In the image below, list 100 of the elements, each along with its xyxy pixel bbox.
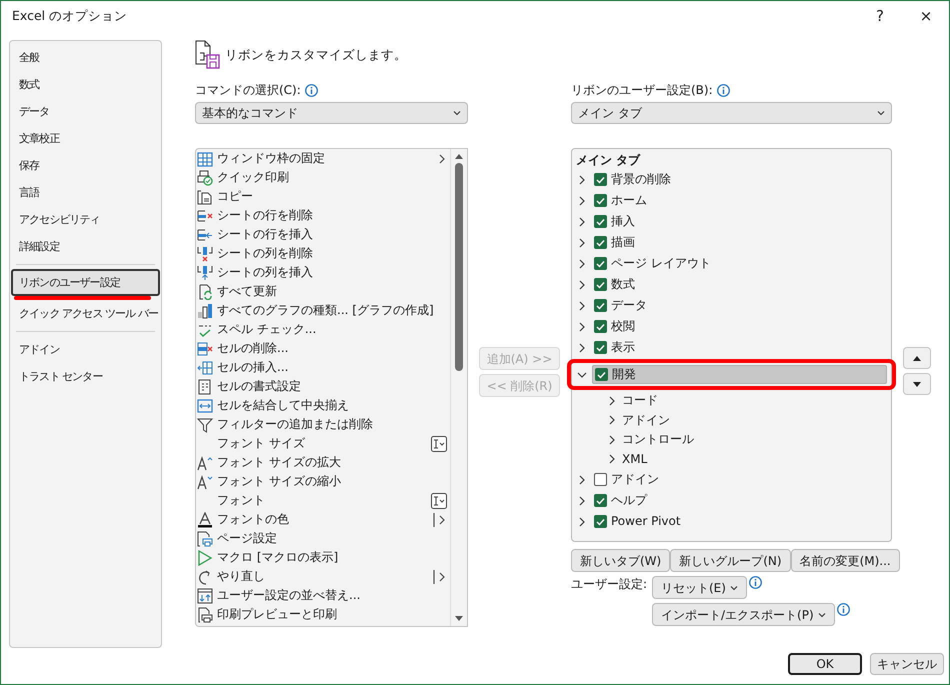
sidebar-item[interactable]: トラスト センター (11, 363, 160, 390)
checkbox[interactable] (594, 257, 607, 270)
checkbox[interactable] (594, 515, 607, 528)
sidebar-item[interactable]: 全般 (11, 44, 160, 71)
tree-item[interactable]: 挿入 (592, 212, 887, 231)
tree-item[interactable]: ホーム (592, 191, 887, 210)
command-item[interactable]: ウィンドウ枠の固定 (196, 149, 450, 168)
sidebar-item[interactable]: データ (11, 98, 160, 125)
play-icon (197, 550, 213, 566)
sort-icon (197, 588, 213, 604)
sidebar-item[interactable]: アドイン (11, 336, 160, 363)
command-item[interactable]: セルの挿入... (196, 358, 450, 377)
page-heading: リボンをカスタマイズします。 (225, 46, 407, 64)
checkbox[interactable] (594, 278, 607, 291)
command-item[interactable]: クイック印刷 (196, 168, 450, 187)
checkbox[interactable] (595, 368, 608, 381)
cancel-button[interactable]: キャンセル (870, 653, 944, 675)
command-item[interactable]: フォント (196, 491, 450, 510)
command-item[interactable]: ページ設定 (196, 529, 450, 548)
command-item[interactable]: シートの行を挿入 (196, 225, 450, 244)
checkbox[interactable] (594, 236, 607, 249)
sidebar-item[interactable]: 保存 (11, 152, 160, 179)
triangle-up-icon (913, 356, 921, 362)
split-arrow-icon (433, 568, 447, 584)
window-title: Excel のオプション (12, 7, 128, 26)
tree-item[interactable]: 校閲 (592, 317, 887, 336)
dropdown-value: 基本的なコマンド (202, 105, 298, 122)
tree-heading: メイン タブ (576, 153, 640, 167)
command-item[interactable]: シートの行を削除 (196, 206, 450, 225)
format-cells-icon (197, 378, 213, 394)
sidebar-item[interactable]: クイック アクセス ツール バー (11, 300, 160, 327)
menu-button[interactable]: インポート/エクスポート(P) (652, 603, 835, 626)
command-item[interactable]: ユーザー設定の並べ替え... (196, 586, 450, 605)
tree-item[interactable]: XML (622, 450, 648, 469)
command-item[interactable]: シートの列を削除 (196, 244, 450, 263)
command-item[interactable]: フォント サイズの縮小 (196, 472, 450, 491)
command-item[interactable]: マクロ [マクロの表示] (196, 548, 450, 567)
tree-item[interactable]: アドイン (622, 410, 670, 430)
command-item[interactable]: コピー (196, 187, 450, 206)
tree-item[interactable]: アドイン (592, 470, 887, 489)
checkbox[interactable] (594, 173, 607, 186)
tree-item[interactable]: 数式 (592, 275, 887, 294)
ribbon-dropdown[interactable]: メイン タブ (571, 102, 892, 124)
combo-icon (431, 436, 447, 452)
info-icon (716, 84, 730, 96)
tree-item[interactable]: コントロール (622, 430, 694, 450)
command-item[interactable]: フォント サイズの拡大 (196, 453, 450, 472)
help-button[interactable]: ? (857, 5, 903, 28)
command-item[interactable]: すべてのグラフの種類... [グラフの作成] (196, 301, 450, 320)
sidebar-item[interactable]: リボンのユーザー設定 (11, 269, 160, 296)
command-item[interactable]: セルを結合して中央揃え (196, 396, 450, 415)
dropdown-value: メイン タブ (578, 105, 642, 122)
command-item[interactable]: やり直し (196, 567, 450, 586)
checkbox[interactable] (594, 194, 607, 207)
command-item[interactable]: フォント サイズ (196, 434, 450, 453)
tree-item[interactable]: 開発 (592, 365, 887, 384)
checkbox[interactable] (594, 215, 607, 228)
tree-item[interactable]: データ (592, 296, 887, 315)
command-item[interactable]: セルの削除... (196, 339, 450, 358)
row-insert-icon (197, 226, 213, 242)
checkbox[interactable] (594, 473, 607, 486)
command-item[interactable]: シートの列を挿入 (196, 263, 450, 282)
sidebar-item[interactable]: 詳細設定 (11, 233, 160, 260)
ribbon-button[interactable]: 新しいグループ(N) (670, 549, 791, 572)
tree-item[interactable]: Power Pivot (592, 512, 887, 531)
menu-button[interactable]: リセット(E) (652, 576, 747, 599)
row-delete-icon (197, 208, 213, 224)
filter-icon (197, 416, 213, 432)
move-up-button[interactable] (903, 347, 931, 369)
tree-item[interactable]: 背景の削除 (592, 170, 887, 189)
ribbon-button[interactable]: 名前の変更(M)... (790, 549, 900, 572)
command-item[interactable]: 印刷プレビューと印刷 (196, 605, 450, 624)
checkbox[interactable] (594, 341, 607, 354)
ok-button[interactable]: OK (788, 653, 862, 675)
tree-item[interactable]: ページ レイアウト (592, 254, 887, 273)
checkbox[interactable] (594, 299, 607, 312)
checkbox[interactable] (594, 494, 607, 507)
command-item[interactable]: セルの書式設定 (196, 377, 450, 396)
tree-item[interactable]: 描画 (592, 233, 887, 252)
move-down-button[interactable] (903, 373, 931, 395)
command-dropdown[interactable]: 基本的なコマンド (195, 102, 468, 124)
close-button[interactable]: × (903, 5, 949, 28)
font-grow-icon (197, 454, 213, 470)
sidebar-item[interactable]: 言語 (11, 179, 160, 206)
combo-icon (431, 492, 447, 508)
field-label: ユーザー設定: (571, 576, 648, 592)
scroll-thumb[interactable] (455, 163, 463, 371)
command-item[interactable]: フィルターの追加または削除 (196, 415, 450, 434)
ribbon-button[interactable]: 新しいタブ(W) (571, 549, 670, 572)
sidebar-item[interactable]: 数式 (11, 71, 160, 98)
checkbox[interactable] (594, 320, 607, 333)
sidebar-item[interactable]: 文章校正 (11, 125, 160, 152)
command-item[interactable]: スペル チェック... (196, 320, 450, 339)
tree-item[interactable]: コード (622, 391, 658, 410)
tree-item[interactable]: ヘルプ (592, 491, 887, 510)
split-arrow-icon (433, 512, 447, 528)
command-item[interactable]: フォントの色 (196, 510, 450, 529)
command-item[interactable]: すべて更新 (196, 282, 450, 301)
tree-item[interactable]: 表示 (592, 338, 887, 357)
sidebar-item[interactable]: アクセシビリティ (11, 206, 160, 233)
